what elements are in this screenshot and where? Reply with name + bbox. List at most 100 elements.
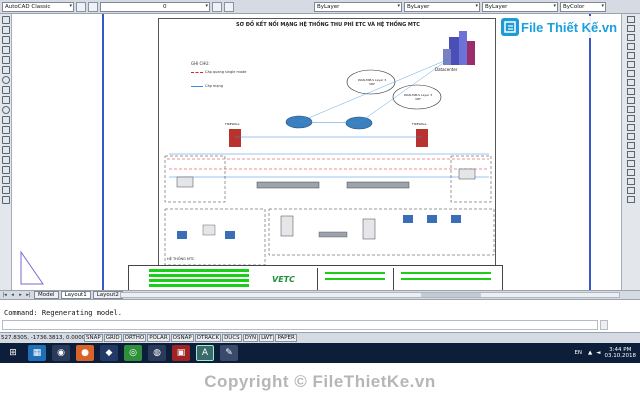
lwt-toggle[interactable]: LWT	[259, 334, 275, 342]
copy-icon[interactable]	[627, 25, 635, 32]
color-dropdown[interactable]: ByLayer ▾	[314, 1, 402, 12]
pc-icon-4	[427, 215, 437, 223]
insert-block-icon[interactable]	[1, 126, 10, 134]
construction-line-icon[interactable]	[1, 26, 10, 34]
clock[interactable]: 3:44 PM 03.10.2018	[605, 347, 637, 359]
trim-icon[interactable]	[627, 97, 635, 104]
polyline-icon[interactable]	[1, 36, 10, 44]
lightbulb-icon[interactable]	[88, 1, 98, 12]
hatch-icon[interactable]	[1, 156, 10, 164]
title-line	[325, 272, 385, 274]
linetype-dropdown[interactable]: ByLayer ▾	[404, 1, 480, 12]
layer-previous-icon[interactable]	[224, 1, 234, 12]
ellipse-arc-icon[interactable]	[1, 116, 10, 124]
first-tab-icon[interactable]: |◂	[1, 292, 8, 299]
server-center-icon	[280, 215, 294, 237]
explode-icon[interactable]	[627, 151, 635, 158]
windows-start-icon[interactable]: ⊞	[4, 345, 22, 361]
ducs-toggle[interactable]: DUCS	[222, 334, 242, 342]
table-icon[interactable]	[1, 186, 10, 194]
make-current-icon[interactable]	[212, 1, 222, 12]
point-icon[interactable]	[1, 146, 10, 154]
file-explorer-icon[interactable]: ▦	[28, 345, 46, 361]
layer-manager-icon[interactable]	[76, 1, 86, 12]
otrack-toggle[interactable]: OTRACK	[194, 334, 222, 342]
copyright-text: Copyright © FileThietKe.vn	[204, 371, 436, 391]
title-line	[149, 284, 249, 287]
break-icon[interactable]	[627, 115, 635, 122]
rotate-icon[interactable]	[627, 70, 635, 77]
scale-icon[interactable]	[627, 79, 635, 86]
layer-dropdown[interactable]: 0 ▾	[100, 1, 210, 12]
paint-icon[interactable]: ✎	[220, 345, 238, 361]
red-app-icon[interactable]: ▣	[172, 345, 190, 361]
layer-icon[interactable]	[627, 178, 635, 185]
ortho-toggle[interactable]: ORTHO	[122, 334, 147, 342]
draw-toolbar	[0, 14, 12, 290]
rectangle-icon[interactable]	[1, 56, 10, 64]
last-tab-icon[interactable]: ▸|	[25, 292, 32, 299]
filethietke-logo: File Thiết Kế.vn	[501, 16, 620, 38]
toggle-label: OSNAP	[172, 335, 192, 341]
scroll-thumb[interactable]	[421, 293, 481, 297]
stretch-icon[interactable]	[627, 88, 635, 95]
matchprop-icon[interactable]	[627, 169, 635, 176]
move-icon[interactable]	[627, 61, 635, 68]
region-icon[interactable]	[1, 176, 10, 184]
gradient-icon[interactable]	[1, 166, 10, 174]
array-icon[interactable]	[627, 52, 635, 59]
dyn-toggle[interactable]: DYN	[242, 334, 259, 342]
osnap-toggle[interactable]: OSNAP	[170, 334, 194, 342]
ucs-icon	[20, 250, 44, 285]
media-player-icon[interactable]: ◉	[52, 345, 70, 361]
snap-toggle[interactable]: SNAP	[84, 334, 103, 342]
join-icon[interactable]	[627, 124, 635, 131]
workspace-dropdown[interactable]: AutoCAD Classic ▾	[2, 1, 74, 12]
vetc-logo: VETC	[272, 275, 295, 284]
paper-toggle[interactable]: PAPER	[275, 334, 297, 342]
ellipse-icon[interactable]	[1, 106, 10, 114]
mirror-icon[interactable]	[627, 34, 635, 41]
extend-icon[interactable]	[627, 106, 635, 113]
app-icon[interactable]: ◆	[100, 345, 118, 361]
switch-left-icon	[256, 181, 320, 189]
command-scrollbar[interactable]	[600, 320, 608, 330]
firefox-icon[interactable]: ●	[76, 345, 94, 361]
spline-icon[interactable]	[1, 96, 10, 104]
horizontal-scrollbar[interactable]	[120, 292, 620, 298]
next-tab-icon[interactable]: ▸	[17, 292, 24, 299]
make-block-icon[interactable]	[1, 136, 10, 144]
chamfer-icon[interactable]	[627, 133, 635, 140]
prev-tab-icon[interactable]: ◂	[9, 292, 16, 299]
grid-toggle[interactable]: GRID	[103, 334, 122, 342]
tab-layout1[interactable]: Layout1	[60, 291, 91, 299]
polygon-icon[interactable]	[1, 46, 10, 54]
properties-icon[interactable]	[627, 160, 635, 167]
plotstyle-dropdown[interactable]: ByColor ▾	[560, 1, 606, 12]
volume-icon[interactable]: ◄	[596, 350, 600, 356]
erase-icon[interactable]	[627, 16, 635, 23]
multiline-text-icon[interactable]	[1, 196, 10, 204]
tab-label: Layout1	[64, 292, 87, 298]
line-tool-icon[interactable]	[1, 16, 10, 24]
language-indicator[interactable]: EN	[574, 350, 582, 356]
revision-cloud-icon[interactable]	[1, 86, 10, 94]
arc-icon[interactable]	[1, 66, 10, 74]
chrome-icon[interactable]: ◍	[148, 345, 166, 361]
network-icon[interactable]: ▲	[588, 350, 592, 356]
tab-layout2[interactable]: Layout2	[92, 291, 123, 299]
modify-toolbar	[621, 14, 640, 290]
polar-toggle[interactable]: POLAR	[147, 334, 170, 342]
pan-icon[interactable]	[627, 196, 635, 203]
lineweight-dropdown[interactable]: ByLayer ▾	[482, 1, 558, 12]
circle-icon[interactable]	[1, 76, 10, 84]
command-input[interactable]	[2, 320, 598, 330]
tab-model[interactable]: Model	[34, 291, 59, 299]
green-app-icon[interactable]: ◎	[124, 345, 142, 361]
fillet-icon[interactable]	[627, 142, 635, 149]
autocad-taskbar-icon[interactable]: A	[196, 345, 214, 361]
offset-icon[interactable]	[627, 43, 635, 50]
network-diagram	[164, 31, 495, 266]
zoom-icon[interactable]	[627, 187, 635, 194]
plotstyle-value: ByColor	[563, 3, 585, 10]
